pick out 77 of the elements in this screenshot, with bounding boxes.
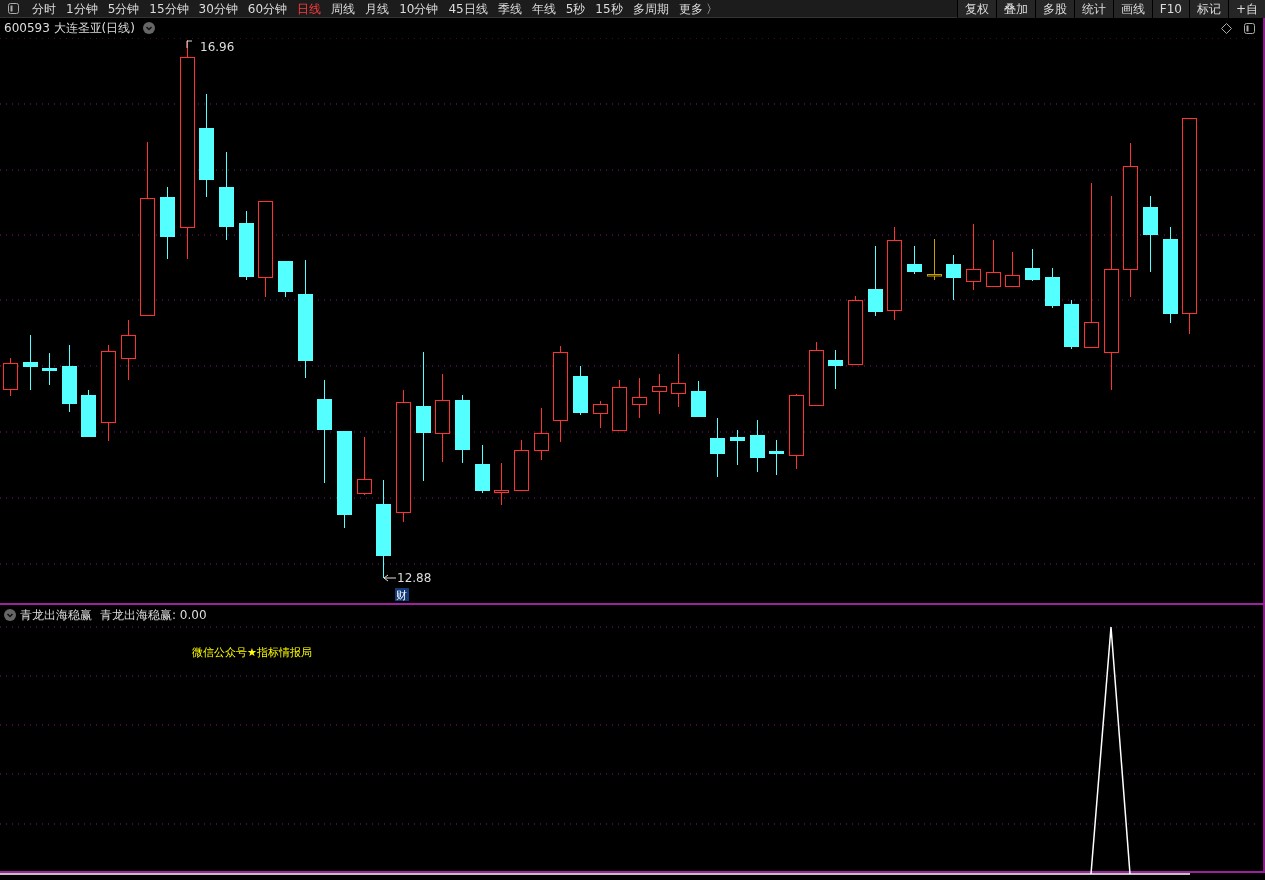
candlestick <box>3 357 18 397</box>
candlestick <box>81 389 96 438</box>
candlestick <box>927 238 942 281</box>
event-badge[interactable]: 财 <box>395 588 409 602</box>
flag-marker-icon <box>186 40 193 49</box>
candlestick <box>494 462 509 506</box>
period-tab[interactable]: 5分钟 <box>102 0 145 18</box>
low-price-label: 12.88 <box>397 571 432 585</box>
period-tab[interactable]: 年线 <box>526 0 561 18</box>
toolbar-button[interactable]: +自 <box>1227 0 1265 18</box>
period-tab[interactable]: 30分钟 <box>193 0 243 18</box>
period-tab[interactable]: 60分钟 <box>242 0 293 18</box>
candlestick <box>573 365 588 416</box>
candlestick <box>455 394 470 464</box>
candlestick <box>514 439 529 491</box>
toolbar-button[interactable]: 多股 <box>1034 0 1074 18</box>
candlestick <box>1064 299 1079 350</box>
candlestick <box>809 341 824 406</box>
period-tab[interactable]: 多周期 <box>627 0 674 18</box>
period-tab[interactable]: 更多 〉 <box>673 0 724 18</box>
candlestick <box>534 407 549 461</box>
period-tab[interactable]: 5秒 <box>560 0 591 18</box>
toolbar-button[interactable]: 叠加 <box>995 0 1035 18</box>
candlestick <box>730 429 745 466</box>
period-tab[interactable]: 日线 <box>292 0 327 18</box>
candlestick <box>239 210 254 281</box>
candlestick <box>848 295 863 365</box>
candlestick <box>62 344 77 413</box>
candlestick <box>828 349 843 390</box>
candlestick <box>632 377 647 419</box>
period-tab[interactable]: 15秒 <box>590 0 628 18</box>
candlestick <box>1005 251 1020 287</box>
candlestick <box>357 436 372 496</box>
toolbar-button[interactable]: 统计 <box>1073 0 1113 18</box>
candlestick <box>475 444 490 494</box>
candlestick <box>750 419 765 473</box>
indicator-value: 青龙出海稳赢: 0.00 <box>100 607 207 624</box>
candlestick <box>42 352 57 386</box>
candlestick <box>691 380 706 418</box>
candlestick <box>671 353 686 408</box>
dropdown-icon[interactable] <box>143 22 155 34</box>
chart-title: 600593 大连圣亚(日线) <box>4 20 135 37</box>
candlestick <box>612 379 627 431</box>
period-tab[interactable]: 月线 <box>360 0 395 18</box>
candlestick <box>121 319 136 381</box>
candlestick <box>966 223 981 291</box>
panel-icon[interactable] <box>1244 22 1255 34</box>
candlestick <box>986 239 1001 287</box>
period-tab[interactable]: 15分钟 <box>144 0 194 18</box>
candlestick <box>1025 248 1040 282</box>
diamond-icon[interactable] <box>1221 22 1232 34</box>
sidebar-toggle-icon[interactable] <box>8 3 19 14</box>
candlestick <box>593 400 608 429</box>
indicator-caption: 微信公众号★指标情报局 <box>192 646 312 659</box>
candlestick <box>710 417 725 478</box>
indicator-name: 青龙出海稳赢 <box>20 607 92 624</box>
dropdown-icon[interactable] <box>4 609 16 621</box>
period-tab[interactable]: 周线 <box>326 0 361 18</box>
candlestick <box>1045 267 1060 309</box>
toolbar-button[interactable]: 复权 <box>956 0 996 18</box>
high-price-label: 16.96 <box>200 40 235 54</box>
candlestick <box>23 334 38 391</box>
period-tab[interactable]: 1分钟 <box>61 0 103 18</box>
candlestick <box>946 254 961 301</box>
period-tab[interactable]: 10分钟 <box>394 0 444 18</box>
period-tab[interactable]: 季线 <box>492 0 527 18</box>
period-tab[interactable]: 45日线 <box>443 0 493 18</box>
candlestick <box>907 245 922 275</box>
candlestick <box>278 260 293 298</box>
candlestick <box>652 373 667 415</box>
candlestick <box>868 245 883 317</box>
candlestick <box>769 439 784 476</box>
toolbar-button[interactable]: F10 <box>1151 0 1189 18</box>
toolbar-button[interactable]: 画线 <box>1112 0 1152 18</box>
arrow-marker-icon <box>383 574 397 582</box>
period-tab[interactable]: 分时 <box>27 0 61 18</box>
toolbar-button[interactable]: 标记 <box>1188 0 1228 18</box>
